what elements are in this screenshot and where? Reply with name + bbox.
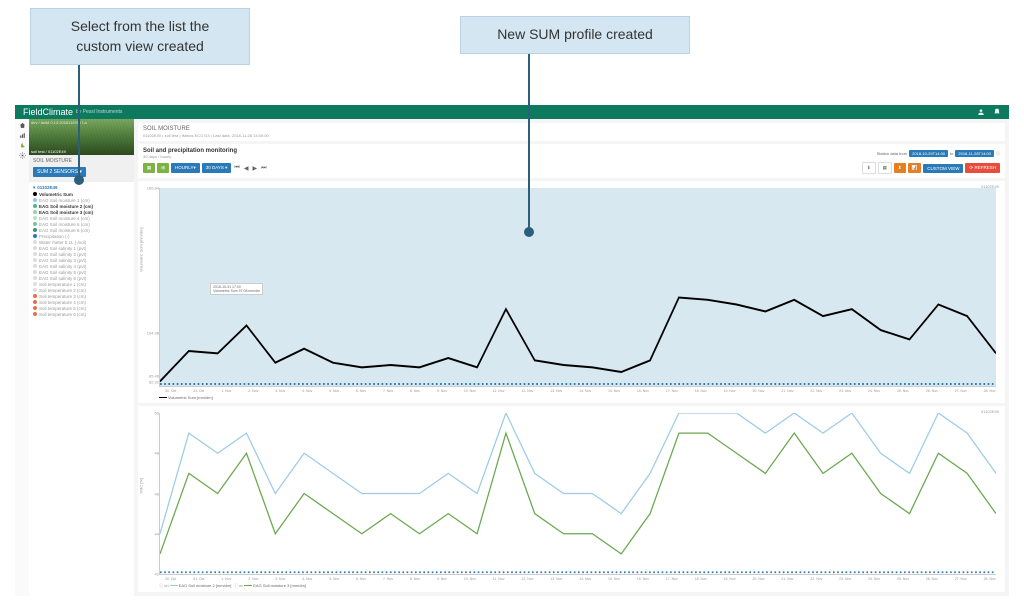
callout-left-line	[78, 57, 80, 177]
icon-sidebar	[15, 119, 29, 596]
date-range: Station data from 2018-10-29T14:00 to 20…	[877, 150, 1000, 157]
page-subtitle: 01102E49 • soil test • iMetos ECO D3 • L…	[143, 133, 1000, 138]
station-name: soil test / 01102E49	[31, 149, 66, 154]
app-window: FieldClimate by Pessl Instruments dev / …	[15, 105, 1009, 596]
custom-view-button[interactable]: CUSTOM VIEW	[923, 164, 963, 173]
chart-volumetric-sum: 01102E49 Volumetric Sum [mm/dm] 166.84 1…	[138, 181, 1005, 403]
sensor-color-dot	[33, 210, 37, 214]
sensor-color-dot	[33, 306, 37, 310]
sensor-color-dot	[33, 228, 37, 232]
sensor-color-dot	[33, 294, 37, 298]
breadcrumb: SOIL MOISTURE 01102E49 • soil test • iMe…	[138, 123, 1005, 141]
gear-icon[interactable]	[19, 152, 26, 159]
sensor-color-dot	[33, 300, 37, 304]
logo-sub: by Pessl Instruments	[76, 109, 122, 115]
left-panel: dev / build 0.13.201811291 / La soil tes…	[29, 119, 134, 596]
hourly-dropdown[interactable]: HOURLY▾	[171, 163, 200, 173]
nav-prev[interactable]: ◀	[243, 165, 250, 172]
sensor-color-dot	[33, 270, 37, 274]
period-dropdown[interactable]: 30 DAYS ▾	[202, 163, 232, 173]
logo: FieldClimate	[23, 107, 73, 117]
nav-next[interactable]: ▶	[251, 165, 258, 172]
chart2-plot[interactable]: 50 48 46 44 42	[159, 413, 996, 575]
leaf-icon[interactable]	[19, 142, 26, 149]
chart-icon[interactable]	[19, 132, 26, 139]
refresh-button[interactable]: ⟳ REFRESH	[965, 163, 1000, 173]
home-icon[interactable]	[19, 122, 26, 129]
notification-icon[interactable]	[993, 108, 1001, 116]
soil-moisture-label: SOIL MOISTURE	[29, 155, 134, 167]
tree-button[interactable]: ⊞	[157, 163, 169, 173]
app-header: FieldClimate by Pessl Instruments	[15, 105, 1009, 119]
sensor-color-dot	[33, 198, 37, 202]
export-button[interactable]: ▦	[143, 163, 155, 173]
page-title: SOIL MOISTURE	[143, 126, 1000, 132]
sensor-color-dot	[33, 216, 37, 220]
chart-soil-moisture: 01102E49 SMC [%] 50 48 46 44 42 30. Oct3…	[138, 406, 1005, 592]
sensor-color-dot	[33, 246, 37, 250]
sensor-color-dot	[33, 264, 37, 268]
download-button[interactable]: ⬇	[862, 162, 876, 174]
sensor-color-dot	[33, 240, 37, 244]
user-icon[interactable]	[977, 108, 985, 116]
callout-left-dot	[74, 175, 84, 185]
callout-left: Select from the list the custom view cre…	[30, 8, 250, 65]
chart1-ylabel: Volumetric Sum [mm/dm]	[139, 227, 144, 272]
sensor-color-dot	[33, 276, 37, 280]
sensor-list: ▾ 01102E49 Volumetric SumEAG Soil moistu…	[29, 181, 134, 596]
table-button[interactable]: ▦	[878, 162, 892, 174]
chart2-toggle[interactable]: 📊	[908, 163, 922, 173]
main-content: SOIL MOISTURE 01102E49 • soil test • iMe…	[134, 119, 1009, 596]
station-id-item[interactable]: ▾ 01102E49	[33, 184, 130, 191]
sensor-color-dot	[33, 192, 37, 196]
callout-right-dot	[524, 227, 534, 237]
station-image[interactable]: dev / build 0.13.201811291 / La soil tes…	[29, 119, 134, 155]
callout-right: New SUM profile created	[460, 16, 690, 54]
chart-subtitle: 30 days / hourly	[143, 154, 237, 159]
chart2-ylabel: SMC [%]	[139, 478, 144, 494]
nav-last[interactable]: ⏭	[260, 165, 267, 172]
controls-panel: Soil and precipitation monitoring 30 day…	[138, 144, 1005, 178]
info-icon[interactable]: ⓘ	[996, 151, 1000, 157]
sensor-color-dot	[33, 234, 37, 238]
sensor-color-dot	[33, 252, 37, 256]
chart1-toggle[interactable]: ⬍	[894, 163, 906, 173]
expand-icon: ▾	[33, 185, 35, 191]
chart2-legend: ⓘ on EAG Soil moisture 2 [mm/dm] ⓘ on EA…	[141, 581, 1002, 589]
sensor-color-dot	[33, 258, 37, 262]
chart1-plot[interactable]: 166.84 104.38 82.92 85.46 2018-10-31 17:…	[159, 188, 996, 387]
chart-tooltip: 2018-10-31 17:00 Volumetric Sum 97.08 mm…	[210, 283, 263, 295]
sensor-item[interactable]: Soil temperature 6 (cm)	[33, 311, 130, 317]
chart1-legend: Volumetric Sum [mm/dm]	[141, 393, 1002, 400]
sensor-color-dot	[33, 282, 37, 286]
sensor-color-dot	[33, 222, 37, 226]
callout-right-line	[528, 49, 530, 229]
sensor-color-dot	[33, 312, 37, 316]
date-from[interactable]: 2018-10-29T14:00	[909, 150, 948, 157]
nav-first[interactable]: ⏮	[233, 165, 240, 172]
date-to[interactable]: 2018-11-28T14:00	[955, 150, 994, 157]
sensor-color-dot	[33, 204, 37, 208]
sensor-color-dot	[33, 288, 37, 292]
